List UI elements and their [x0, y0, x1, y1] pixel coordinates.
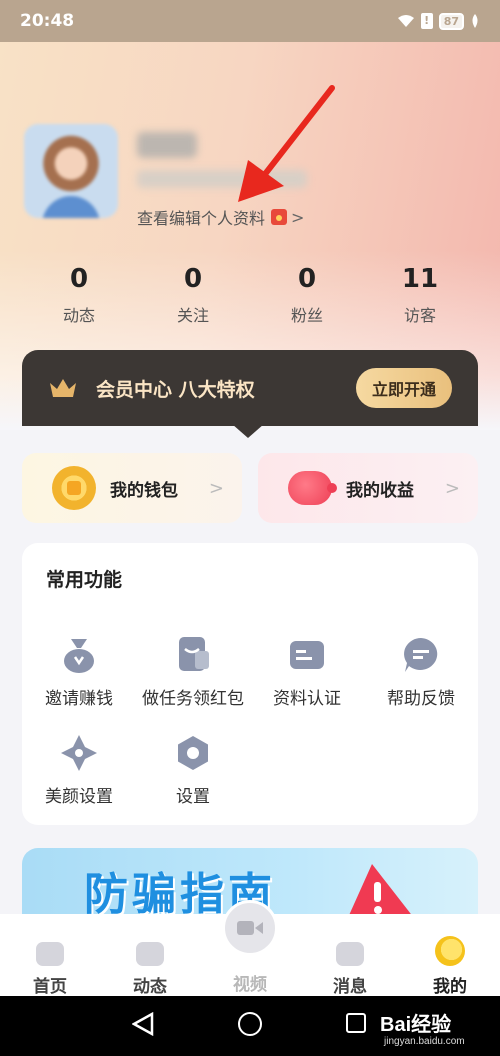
me-active-icon: [435, 936, 465, 966]
chevron-right-icon: >: [444, 477, 460, 499]
help-feedback-item[interactable]: 帮助反馈: [366, 635, 476, 711]
moments-icon: [136, 942, 164, 966]
message-icon: [336, 942, 364, 966]
stat-following-label: 关注: [176, 306, 209, 325]
tab-home[interactable]: 首页: [10, 942, 90, 997]
vip-notch: [232, 424, 264, 438]
leaf-icon: [472, 14, 478, 28]
battery-indicator: 87: [438, 12, 464, 30]
user-id-blurred: [137, 170, 307, 188]
my-wallet-card[interactable]: 我的钱包 >: [22, 453, 242, 523]
profile-verify-label: 资料认证: [273, 689, 341, 709]
gear-icon: [178, 736, 208, 770]
watermark-url: jingyan.baidu.com: [384, 1036, 465, 1047]
tab-video-label: 视频: [233, 975, 267, 995]
stat-following[interactable]: 0 关注: [143, 264, 243, 326]
id-card-icon: [290, 641, 324, 669]
crown-icon: [50, 379, 76, 397]
video-camera-icon: [237, 921, 263, 935]
vip-title: 会员中心 八大特权: [96, 378, 255, 401]
stat-fans-value: 0: [297, 264, 317, 294]
tab-me-label: 我的: [433, 977, 467, 997]
money-bag-icon: [64, 639, 94, 673]
vip-open-button[interactable]: 立即开通: [355, 368, 452, 408]
task-redpacket-item[interactable]: 做任务领红包: [138, 635, 248, 711]
stat-visitors[interactable]: 11 访客: [370, 264, 470, 326]
wifi-icon: [397, 15, 414, 27]
red-packet-icon: [271, 209, 288, 225]
nickname-blurred: [137, 132, 197, 158]
invite-earn-label: 邀请赚钱: [45, 689, 113, 709]
stat-visitors-label: 访客: [403, 306, 436, 325]
profile-verify-item[interactable]: 资料认证: [252, 635, 362, 711]
invite-earn-item[interactable]: 邀请赚钱: [24, 635, 134, 711]
chat-bubble-icon: [404, 638, 438, 672]
stat-visitors-value: 11: [401, 264, 439, 294]
piggy-bank-icon: [288, 471, 337, 505]
edit-profile-link[interactable]: 查看编辑个人资料 >: [137, 205, 304, 229]
functions-title: 常用功能: [46, 569, 123, 591]
stat-posts-label: 动态: [62, 306, 95, 325]
video-button[interactable]: [222, 900, 278, 956]
task-envelope-icon: [179, 637, 209, 671]
my-wallet-label: 我的钱包: [110, 480, 178, 501]
stat-posts[interactable]: 0 动态: [29, 264, 129, 326]
my-earnings-card[interactable]: 我的收益 >: [258, 453, 478, 523]
status-bar: 20:48 ! 87: [0, 0, 500, 42]
vip-center-bar[interactable]: 会员中心 八大特权 立即开通: [22, 350, 478, 426]
tab-messages-label: 消息: [333, 977, 367, 997]
stat-fans[interactable]: 0 粉丝: [257, 264, 357, 326]
beauty-settings-item[interactable]: 美颜设置: [24, 733, 134, 809]
stat-following-value: 0: [183, 264, 203, 294]
task-redpacket-label: 做任务领红包: [142, 689, 244, 709]
coin-icon: [52, 466, 96, 510]
avatar[interactable]: [24, 124, 118, 218]
alert-icon: !: [420, 13, 433, 29]
warning-icon: [347, 864, 414, 918]
status-icons: ! 87: [397, 12, 480, 30]
chevron-right-icon: >: [291, 207, 305, 227]
home-icon: [36, 942, 64, 966]
tab-video[interactable]: 视频: [210, 964, 290, 995]
recents-icon[interactable]: [346, 1013, 366, 1033]
beauty-settings-label: 美颜设置: [45, 787, 113, 807]
settings-label: 设置: [176, 787, 210, 807]
stat-fans-label: 粉丝: [290, 306, 323, 325]
back-icon[interactable]: [132, 1012, 154, 1036]
tab-me[interactable]: 我的: [410, 936, 490, 997]
tab-moments[interactable]: 动态: [110, 942, 190, 997]
settings-item[interactable]: 设置: [138, 733, 248, 809]
status-time: 20:48: [20, 11, 75, 31]
sparkle-icon: [61, 735, 97, 771]
home-nav-icon[interactable]: [238, 1012, 262, 1036]
common-functions-panel: 常用功能 邀请赚钱 做任务领红包 资料认证 帮助反馈 美颜设置 设置: [22, 543, 478, 825]
my-earnings-label: 我的收益: [346, 480, 414, 501]
chevron-right-icon: >: [208, 477, 224, 499]
tab-home-label: 首页: [33, 977, 67, 997]
watermark-brand: Bai经验: [380, 1014, 452, 1036]
tab-moments-label: 动态: [133, 977, 167, 997]
stat-posts-value: 0: [69, 264, 89, 294]
tab-messages[interactable]: 消息: [310, 942, 390, 997]
help-feedback-label: 帮助反馈: [387, 689, 455, 709]
edit-profile-label: 查看编辑个人资料: [137, 209, 266, 228]
